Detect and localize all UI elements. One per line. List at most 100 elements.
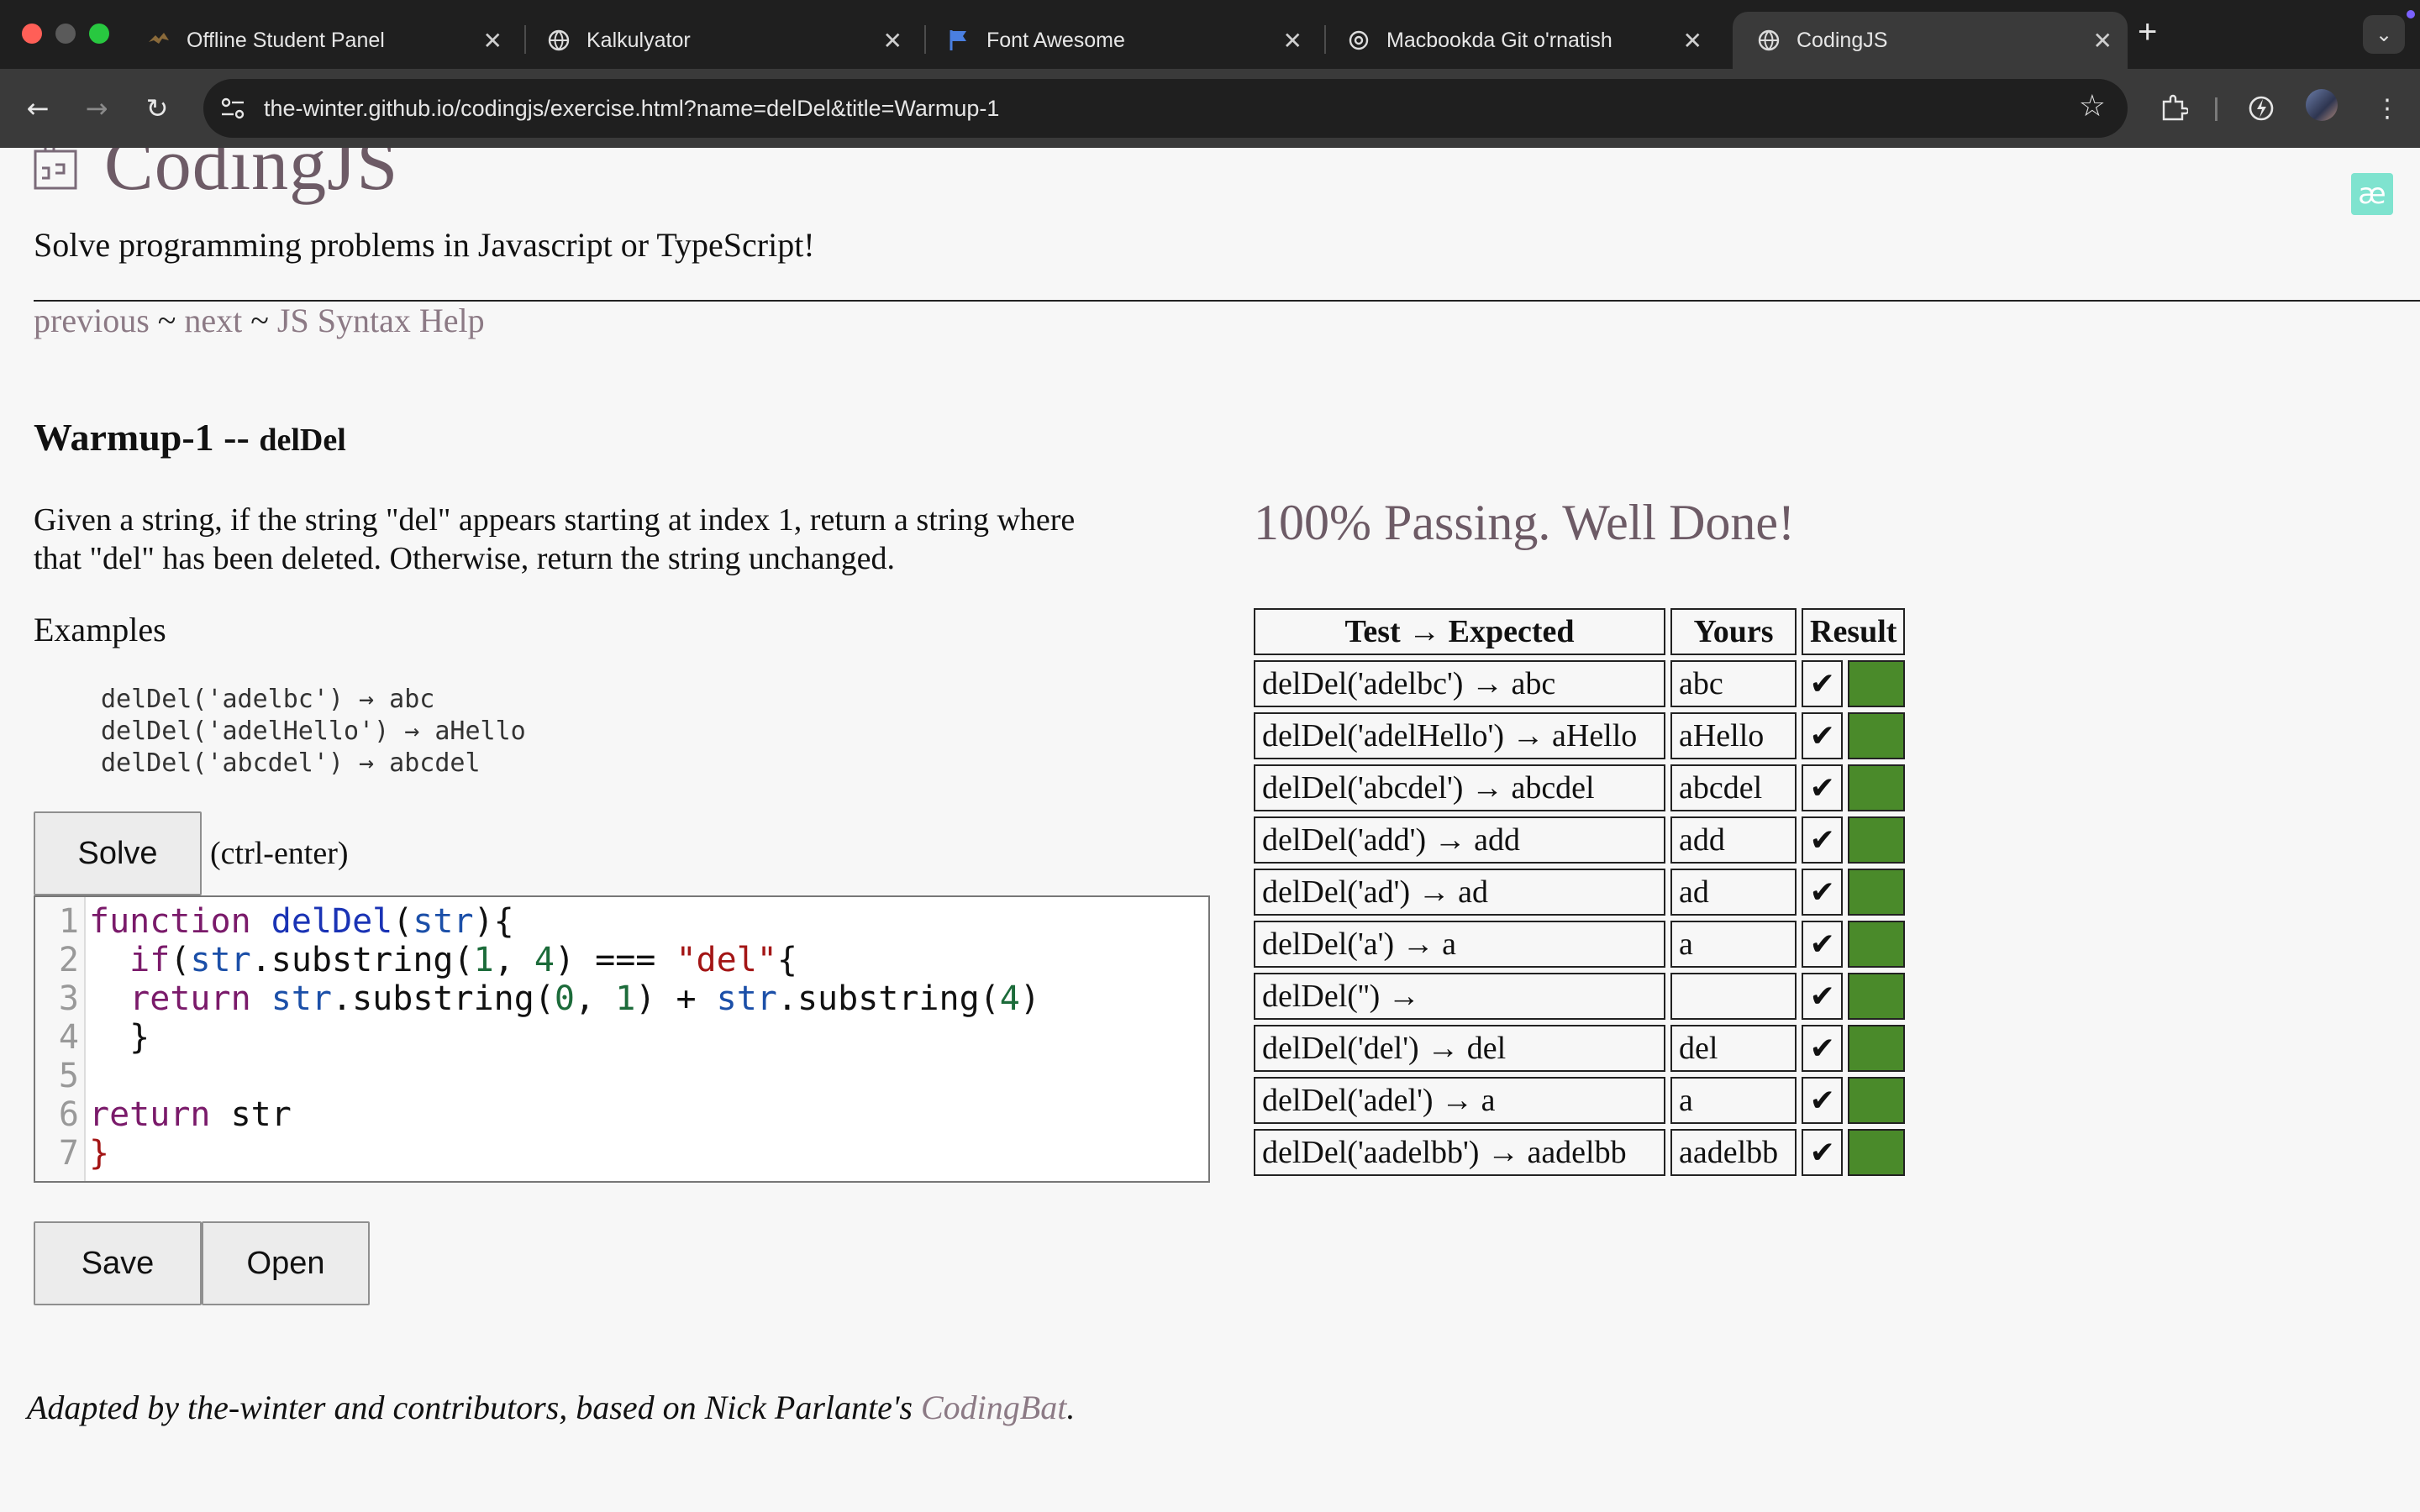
- notification-dot: [2407, 10, 2415, 18]
- open-button[interactable]: Open: [202, 1221, 370, 1305]
- code-line: 4 }: [58, 1018, 150, 1057]
- example-line: delDel('adelHello') → aHello: [101, 717, 526, 746]
- tab-kalkulyator[interactable]: Kalkulyator ✕: [523, 12, 918, 69]
- close-tab-icon[interactable]: ✕: [1283, 27, 1302, 55]
- passing-status: 100% Passing. Well Done!: [1254, 495, 1796, 550]
- code-line: 2 if(str.substring(1, 4) === "del"{: [58, 941, 797, 979]
- table-row: delDel('aadelbb') → aadelbb aadelbb ✔: [1254, 1129, 1906, 1176]
- test-cell: delDel('adelbc') → abc: [1254, 660, 1665, 707]
- profile-avatar[interactable]: [2306, 89, 2338, 121]
- header-test: Test → Expected: [1254, 608, 1665, 655]
- tab-title: Font Awesome: [986, 28, 1125, 52]
- yours-cell: [1670, 973, 1797, 1020]
- zoom-window-button[interactable]: [89, 24, 109, 44]
- previous-link[interactable]: previous: [34, 302, 150, 339]
- test-cell: delDel('ad') → ad: [1254, 869, 1665, 916]
- tab-font-awesome[interactable]: Font Awesome ✕: [923, 12, 1318, 69]
- back-arrow-icon[interactable]: ←: [18, 89, 57, 128]
- nav-separator: ~: [157, 302, 176, 339]
- solve-shortcut-hint: (ctrl-enter): [210, 836, 349, 871]
- new-tab-button[interactable]: +: [2138, 13, 2157, 51]
- globe-icon: [546, 28, 571, 53]
- site-settings-icon[interactable]: [218, 94, 247, 123]
- yours-cell: aadelbb: [1670, 1129, 1797, 1176]
- pass-swatch: [1849, 1131, 1904, 1174]
- close-tab-icon[interactable]: ✕: [883, 27, 902, 55]
- chevron-down-icon[interactable]: ⌄: [2363, 15, 2405, 54]
- exercise-category: Warmup-1 --: [34, 416, 250, 459]
- next-link[interactable]: next: [184, 302, 242, 339]
- globe-icon: [1756, 28, 1781, 53]
- checkmark-icon: ✔: [1802, 1129, 1844, 1176]
- yours-cell: a: [1670, 1077, 1797, 1124]
- test-cell: delDel('abcdel') → abcdel: [1254, 764, 1665, 811]
- table-row: delDel('ad') → ad ad ✔: [1254, 869, 1906, 916]
- test-cell: delDel('a') → a: [1254, 921, 1665, 968]
- examples-label: Examples: [34, 611, 166, 648]
- code-editor[interactable]: 1 function delDel(str){ 2 if(str.substrin…: [34, 895, 1210, 1183]
- url-text: the-winter.github.io/codingjs/exercise.h…: [264, 96, 1000, 121]
- code-line: 3 return str.substring(0, 1) + str.subst…: [58, 979, 1040, 1018]
- code-lines: 1 function delDel(str){ 2 if(str.substrin…: [35, 902, 1040, 1173]
- test-cell: delDel('add') → add: [1254, 816, 1665, 864]
- exercise-description: Given a string, if the string "del" appe…: [34, 502, 1076, 576]
- code-line: 1 function delDel(str){: [58, 902, 514, 941]
- flag-icon: [946, 28, 971, 53]
- performance-icon[interactable]: [2244, 91, 2279, 126]
- site-title: CodingJS: [104, 148, 399, 206]
- more-menu-icon[interactable]: ⋮: [2370, 91, 2405, 126]
- yours-cell: a: [1670, 921, 1797, 968]
- yours-cell: ad: [1670, 869, 1797, 916]
- tab-title: Macbookda Git o'rnatish: [1386, 28, 1612, 52]
- pass-indicator: [1848, 921, 1906, 968]
- tab-codingjs[interactable]: CodingJS ✕: [1733, 12, 2128, 69]
- save-button[interactable]: Save: [34, 1221, 202, 1305]
- forward-arrow-icon[interactable]: →: [77, 89, 116, 128]
- pass-swatch: [1849, 714, 1904, 758]
- exercise-nav: previous ~ next ~ JS Syntax Help: [34, 301, 485, 340]
- pass-swatch: [1849, 766, 1904, 810]
- reload-icon[interactable]: ↻: [138, 89, 176, 128]
- tab-macbookda-git[interactable]: Macbookda Git o'rnatish ✕: [1323, 12, 1718, 69]
- close-tab-icon[interactable]: ✕: [2093, 27, 2112, 55]
- yours-cell: abc: [1670, 660, 1797, 707]
- results-table: Test → Expected Yours Result delDel('ade…: [1249, 603, 1910, 1181]
- close-tab-icon[interactable]: ✕: [1683, 27, 1702, 55]
- openai-icon: [1346, 28, 1371, 53]
- solve-button[interactable]: Solve: [34, 811, 202, 895]
- close-window-button[interactable]: [22, 24, 42, 44]
- exercise-title: Warmup-1 -- delDel: [34, 415, 346, 459]
- checkmark-icon: ✔: [1802, 973, 1844, 1020]
- yours-cell: abcdel: [1670, 764, 1797, 811]
- footer-text: Adapted by the-winter and contributors, …: [27, 1389, 913, 1426]
- ae-extension-icon[interactable]: æ: [2351, 173, 2393, 215]
- test-cell: delDel('aadelbb') → aadelbb: [1254, 1129, 1665, 1176]
- minimize-window-button[interactable]: [55, 24, 76, 44]
- code-line: 7}: [58, 1134, 110, 1173]
- extensions-puzzle-icon[interactable]: [2156, 91, 2191, 126]
- close-tab-icon[interactable]: ✕: [483, 27, 502, 55]
- puzzle-logo-icon: [34, 148, 77, 190]
- pass-indicator: [1848, 1025, 1906, 1072]
- footer-period: .: [1066, 1389, 1076, 1426]
- checkmark-icon: ✔: [1802, 1025, 1844, 1072]
- codingbat-link[interactable]: CodingBat: [921, 1389, 1066, 1426]
- yours-cell: del: [1670, 1025, 1797, 1072]
- site-tagline: Solve programming problems in Javascript…: [34, 226, 815, 264]
- test-cell: delDel('adelHello') → aHello: [1254, 712, 1665, 759]
- examples-list: delDel('adelbc') → abc delDel('adelHello'…: [101, 684, 526, 780]
- bird-icon: [146, 28, 171, 53]
- test-cell: delDel('del') → del: [1254, 1025, 1665, 1072]
- results-header-row: Test → Expected Yours Result: [1254, 608, 1906, 655]
- address-bar[interactable]: the-winter.github.io/codingjs/exercise.h…: [203, 79, 2128, 138]
- syntax-help-link[interactable]: JS Syntax Help: [277, 302, 485, 339]
- pass-indicator: [1848, 660, 1906, 707]
- table-row: delDel('adelHello') → aHello aHello ✔: [1254, 712, 1906, 759]
- checkmark-icon: ✔: [1802, 764, 1844, 811]
- pass-indicator: [1848, 869, 1906, 916]
- bookmark-star-icon[interactable]: ☆: [2079, 89, 2106, 123]
- tab-offline-student-panel[interactable]: Offline Student Panel ✕: [123, 12, 518, 69]
- yours-cell: add: [1670, 816, 1797, 864]
- table-row: delDel('del') → del del ✔: [1254, 1025, 1906, 1072]
- pass-swatch: [1849, 1079, 1904, 1122]
